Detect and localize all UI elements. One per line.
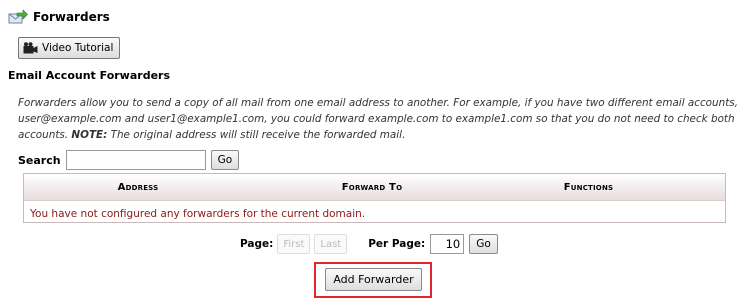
section-description: Forwarders allow you to send a copy of a… — [18, 95, 738, 143]
forwarders-table: Address Forward To Functions You have no… — [23, 173, 726, 223]
page-label: Page: — [240, 238, 274, 250]
forward-mail-icon — [8, 9, 28, 24]
column-header-address[interactable]: Address — [24, 182, 252, 193]
column-header-functions: Functions — [563, 181, 614, 193]
table-header: Address Forward To Functions — [24, 174, 725, 201]
per-page-label: Per Page: — [368, 238, 426, 250]
film-camera-icon — [23, 42, 38, 54]
first-page-button[interactable]: First — [277, 234, 311, 254]
pagination: Page: First Last Per Page: Go — [240, 234, 498, 254]
per-page-go-button[interactable]: Go — [469, 234, 498, 254]
search-go-button[interactable]: Go — [210, 150, 240, 170]
video-tutorial-label: Video Tutorial — [42, 42, 114, 54]
last-page-button[interactable]: Last — [314, 234, 348, 254]
add-forwarder-button[interactable]: Add Forwarder — [325, 268, 422, 291]
per-page-input[interactable] — [430, 234, 465, 254]
video-tutorial-button[interactable]: Video Tutorial — [18, 37, 121, 59]
description-note-text: The original address will still receive … — [107, 129, 406, 141]
search-label: Search — [18, 153, 61, 167]
page-title: Forwarders — [33, 10, 110, 24]
search-row: Search Go — [18, 150, 240, 170]
search-input[interactable] — [65, 150, 206, 170]
column-header-forward-to[interactable]: Forward To — [252, 182, 492, 193]
section-title: Email Account Forwarders — [8, 69, 170, 82]
description-note-label: NOTE: — [71, 129, 108, 141]
page-header: Forwarders — [8, 6, 110, 28]
empty-table-message: You have not configured any forwarders f… — [30, 208, 366, 220]
